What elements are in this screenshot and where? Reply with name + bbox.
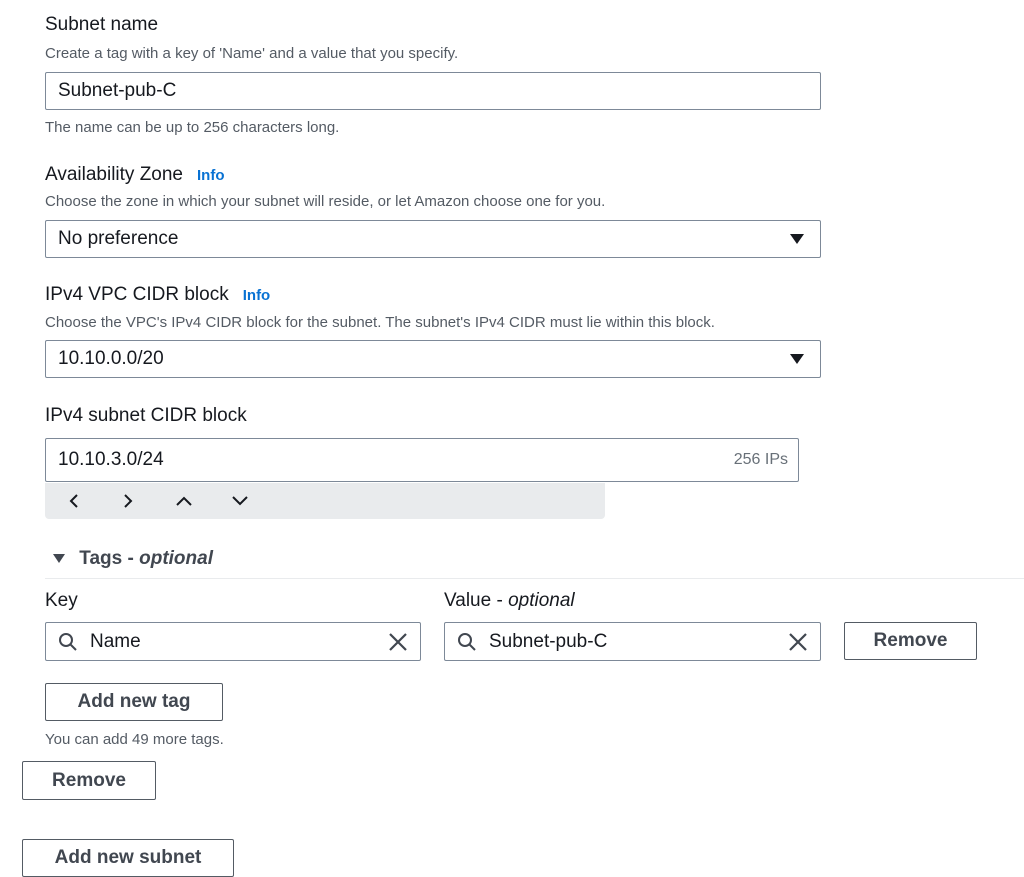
availability-zone-label-text: Availability Zone	[45, 164, 184, 185]
tag-value-label-optional: optional	[508, 590, 575, 611]
ip-count-suffix: 256 IPs	[733, 451, 788, 468]
tags-header-text: Tags -	[79, 548, 140, 569]
subnet-name-input[interactable]	[58, 73, 820, 109]
remove-subnet-button[interactable]: Remove	[22, 761, 156, 800]
tag-key-input[interactable]	[90, 623, 340, 660]
ipv4-subnet-cidr-field[interactable]: 256 IPs	[45, 438, 799, 482]
tags-divider	[45, 578, 1024, 579]
search-icon	[58, 632, 78, 652]
tags-section-toggle[interactable]: Tags - optional	[52, 548, 213, 570]
tags-header-optional: optional	[139, 548, 213, 569]
subnet-name-label: Subnet name	[45, 14, 159, 35]
tag-key-label: Key	[45, 590, 78, 611]
caret-down-icon	[790, 354, 804, 364]
caret-down-icon	[790, 234, 804, 244]
search-icon	[457, 632, 477, 652]
subnet-name-description: Create a tag with a key of 'Name' and a …	[45, 45, 459, 62]
chevron-up-icon[interactable]	[166, 483, 202, 519]
add-new-subnet-button[interactable]: Add new subnet	[22, 839, 234, 877]
tag-value-label: Value - optional	[444, 590, 575, 612]
tag-value-field[interactable]	[444, 622, 821, 661]
tags-remaining-text: You can add 49 more tags.	[45, 731, 224, 748]
ipv4-subnet-cidr-label: IPv4 subnet CIDR block	[45, 405, 247, 426]
tag-value-label-text: Value -	[444, 590, 509, 611]
availability-zone-value: No preference	[58, 228, 179, 249]
add-new-tag-button[interactable]: Add new tag	[45, 683, 223, 721]
clear-icon[interactable]	[388, 632, 408, 652]
tag-value-input[interactable]	[489, 623, 739, 660]
ipv4-subnet-cidr-input[interactable]	[58, 439, 650, 481]
ipv4-vpc-cidr-label: IPv4 VPC CIDR block Info	[45, 284, 270, 306]
subnet-name-field[interactable]	[45, 72, 821, 110]
cidr-stepper	[45, 483, 605, 519]
ipv4-vpc-cidr-select[interactable]: 10.10.0.0/20	[45, 340, 821, 378]
chevron-right-icon[interactable]	[110, 483, 146, 519]
availability-zone-info-link[interactable]: Info	[197, 167, 225, 184]
ipv4-vpc-cidr-info-link[interactable]: Info	[243, 287, 271, 304]
chevron-down-icon[interactable]	[222, 483, 258, 519]
tag-key-field[interactable]	[45, 622, 421, 661]
ipv4-vpc-cidr-label-text: IPv4 VPC CIDR block	[45, 284, 229, 305]
chevron-left-icon[interactable]	[56, 483, 92, 519]
subnet-name-constraint: The name can be up to 256 characters lon…	[45, 119, 340, 136]
ipv4-vpc-cidr-value: 10.10.0.0/20	[58, 348, 164, 369]
remove-tag-button[interactable]: Remove	[844, 622, 977, 660]
ipv4-vpc-cidr-description: Choose the VPC's IPv4 CIDR block for the…	[45, 314, 715, 331]
availability-zone-label: Availability Zone Info	[45, 164, 225, 186]
availability-zone-description: Choose the zone in which your subnet wil…	[45, 193, 606, 210]
caret-down-icon	[52, 552, 66, 564]
clear-icon[interactable]	[788, 632, 808, 652]
availability-zone-select[interactable]: No preference	[45, 220, 821, 258]
